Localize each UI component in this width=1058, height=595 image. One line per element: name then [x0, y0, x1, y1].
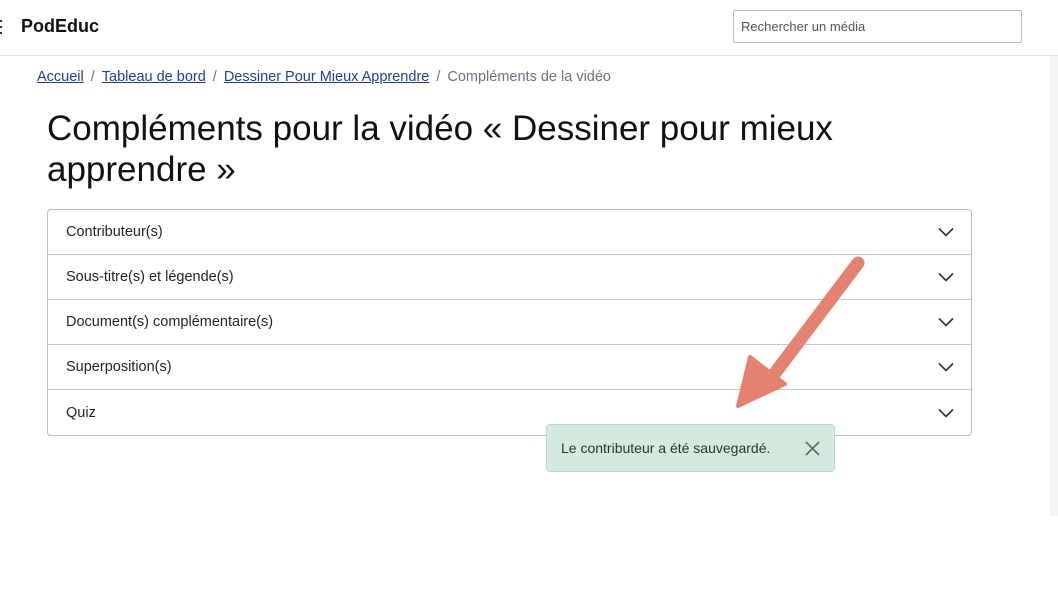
breadcrumb-link-video[interactable]: Dessiner Pour Mieux Apprendre [224, 69, 430, 85]
additions-accordion: Contributeur(s) Sous-titre(s) et légende… [47, 209, 972, 436]
accordion-item-label: Superposition(s) [66, 359, 172, 375]
brand-logo[interactable]: PodEduc [21, 16, 99, 37]
page-title: Compléments pour la vidéo « Dessiner pou… [47, 109, 833, 189]
chevron-down-icon [938, 317, 954, 327]
accordion-item-label: Contributeur(s) [66, 224, 163, 240]
search-input[interactable] [733, 10, 1022, 43]
chevron-down-icon [938, 272, 954, 282]
breadcrumb-separator: / [90, 69, 95, 85]
close-icon[interactable] [804, 440, 821, 457]
success-toast: Le contributeur a été sauvegardé. [546, 424, 835, 472]
breadcrumb-separator: / [212, 69, 217, 85]
chevron-down-icon [938, 227, 954, 237]
breadcrumb: Accueil / Tableau de bord / Dessiner Pou… [37, 69, 611, 85]
chevron-down-icon [938, 362, 954, 372]
breadcrumb-separator: / [436, 69, 441, 85]
accordion-item-label: Sous-titre(s) et légende(s) [66, 269, 234, 285]
accordion-item-contributors[interactable]: Contributeur(s) [48, 210, 971, 255]
breadcrumb-link-dashboard[interactable]: Tableau de bord [102, 69, 206, 85]
accordion-item-overlays[interactable]: Superposition(s) [48, 345, 971, 390]
accordion-item-label: Document(s) complémentaire(s) [66, 314, 274, 330]
hamburger-icon[interactable] [0, 20, 4, 34]
breadcrumb-link-home[interactable]: Accueil [37, 69, 84, 85]
chevron-down-icon [938, 408, 954, 418]
accordion-item-label: Quiz [66, 404, 96, 421]
breadcrumb-current: Compléments de la vidéo [447, 69, 611, 85]
accordion-item-subtitles[interactable]: Sous-titre(s) et légende(s) [48, 255, 971, 300]
scrollbar[interactable] [1050, 56, 1058, 516]
toast-message: Le contributeur a été sauvegardé. [561, 440, 771, 456]
top-navbar: PodEduc [0, 0, 1058, 56]
accordion-item-documents[interactable]: Document(s) complémentaire(s) [48, 300, 971, 345]
